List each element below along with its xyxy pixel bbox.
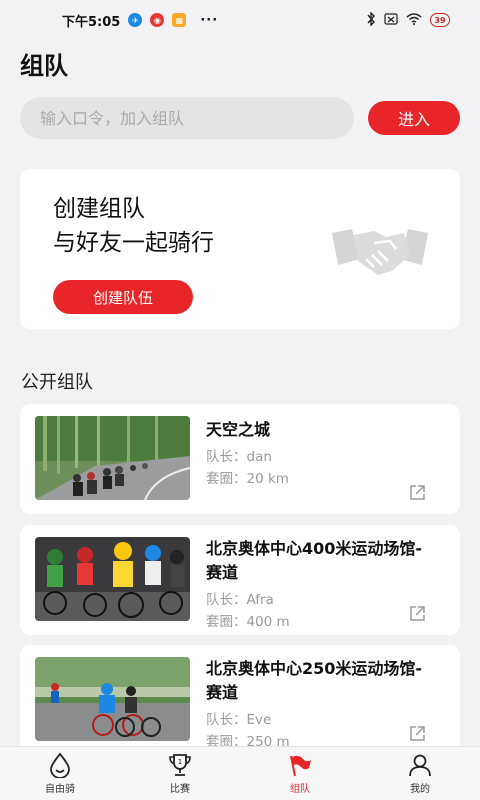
team-name: 天空之城 [206, 420, 271, 439]
tab-label: 比赛 [170, 784, 190, 795]
tab-label: 组队 [290, 784, 310, 795]
create-team-card: 创建组队 与好友一起骑行 创建队伍 [20, 169, 460, 329]
status-left: 下午5:05 ✈ ◉ ▦ ··· [62, 11, 218, 30]
team-captain: 队长：dan [206, 449, 272, 465]
enter-button[interactable]: 进入 [368, 101, 460, 135]
team-card[interactable]: 天空之城 队长：dan 套圈：20 km [20, 404, 460, 514]
battery-icon: 39 [430, 13, 450, 27]
drop-icon [50, 752, 70, 778]
share-icon[interactable] [409, 605, 426, 622]
create-team-subheading: 与好友一起骑行 [53, 230, 214, 256]
more-notifications-icon: ··· [200, 12, 219, 28]
team-track-length: 套圈：400 m [206, 614, 290, 630]
share-icon[interactable] [409, 484, 426, 501]
share-icon[interactable] [409, 725, 426, 742]
flag-icon [290, 755, 311, 777]
tab-label: 自由骑 [45, 784, 75, 795]
create-team-heading: 创建组队 [53, 196, 145, 222]
team-thumbnail [35, 657, 190, 741]
team-captain: 队长：Eve [206, 712, 272, 728]
wifi-icon [406, 12, 422, 28]
tab-free-ride[interactable]: 自由骑 [0, 747, 120, 800]
trophy-icon: 1 [169, 754, 191, 776]
team-name: 北京奥体中心400米运动场馆-赛道 [206, 539, 423, 582]
tab-label: 我的 [410, 784, 430, 795]
join-team-row: 进入 [20, 97, 460, 139]
user-icon [409, 754, 431, 777]
tab-race[interactable]: 1 比赛 [120, 747, 240, 800]
team-captain: 队长：Afra [206, 592, 274, 608]
team-track-length: 套圈：20 km [206, 471, 289, 487]
team-card[interactable]: 北京奥体中心400米运动场馆-赛道 队长：Afra 套圈：400 m [20, 525, 460, 635]
tab-team[interactable]: 组队 [240, 747, 360, 800]
team-code-input[interactable] [20, 97, 354, 139]
team-card[interactable]: 北京奥体中心250米运动场馆-赛道 队长：Eve 套圈：250 m [20, 645, 460, 755]
bluetooth-icon [366, 10, 376, 29]
status-right: 39 [366, 10, 450, 29]
team-thumbnail [35, 537, 190, 621]
handshake-icon [332, 229, 428, 275]
app-badge-icon: ▦ [172, 13, 187, 27]
status-time: 下午5:05 [62, 14, 121, 30]
public-teams-title: 公开组队 [21, 372, 93, 393]
team-name: 北京奥体中心250米运动场馆-赛道 [206, 659, 423, 702]
bottom-tab-bar: 自由骑 1 比赛 组队 我的 [0, 746, 480, 800]
message-notification-icon: ✈ [128, 13, 143, 27]
app-notification-icon: ◉ [150, 13, 165, 27]
status-bar: 下午5:05 ✈ ◉ ▦ ··· 39 [0, 0, 480, 40]
team-thumbnail [35, 416, 190, 500]
svg-text:1: 1 [178, 758, 182, 766]
tab-profile[interactable]: 我的 [360, 747, 480, 800]
sim-icon [384, 12, 398, 28]
page-title: 组队 [20, 52, 68, 80]
create-team-button[interactable]: 创建队伍 [53, 280, 193, 314]
